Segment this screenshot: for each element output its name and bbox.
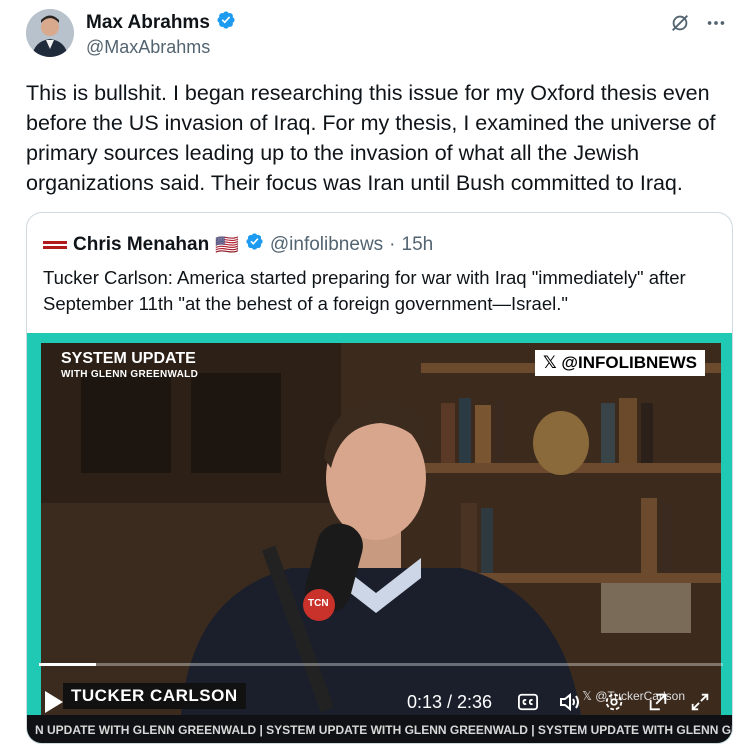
- quoted-tweet[interactable]: Chris Menahan 🇺🇸 @infolibnews · 15h Tuck…: [26, 212, 733, 744]
- video-player[interactable]: TCN SYSTEM UPDATE WITH GLENN GREENWALD 𝕏…: [27, 333, 733, 743]
- ticker-text: N UPDATE WITH GLENN GREENWALD | SYSTEM U…: [35, 723, 733, 737]
- avatar[interactable]: [26, 9, 74, 57]
- mic-label: TCN: [308, 598, 329, 609]
- time-display: 0:13 / 2:36: [407, 692, 493, 712]
- separator: ·: [389, 233, 396, 255]
- fullscreen-icon[interactable]: [687, 689, 713, 715]
- progress-fill: [39, 663, 96, 666]
- quoted-author-handle[interactable]: @infolibnews: [270, 234, 383, 256]
- x-logo-icon: 𝕏: [542, 353, 557, 372]
- watermark-text: @INFOLIBNEWS: [561, 353, 697, 372]
- author-handle[interactable]: @MaxAbrahms: [86, 37, 210, 58]
- tweet-text: This is bullshit. I began researching th…: [26, 81, 716, 195]
- verified-icon: [245, 232, 264, 257]
- quoted-text: Tucker Carlson: America started preparin…: [43, 267, 686, 314]
- show-bug: SYSTEM UPDATE WITH GLENN GREENWALD: [61, 351, 198, 383]
- show-title: SYSTEM UPDATE: [61, 350, 196, 367]
- captions-icon[interactable]: [515, 689, 541, 715]
- ticker-strip: N UPDATE WITH GLENN GREENWALD | SYSTEM U…: [27, 715, 733, 743]
- verified-icon: [216, 10, 236, 35]
- quoted-author-name[interactable]: Chris Menahan: [73, 234, 209, 256]
- grok-icon[interactable]: [669, 12, 691, 34]
- settings-icon[interactable]: [601, 689, 627, 715]
- pip-icon[interactable]: [645, 689, 671, 715]
- progress-bar[interactable]: [39, 663, 723, 666]
- show-subtitle: WITH GLENN GREENWALD: [61, 369, 199, 380]
- quoted-timestamp[interactable]: 15h: [402, 234, 434, 256]
- video-frame[interactable]: TCN SYSTEM UPDATE WITH GLENN GREENWALD 𝕏…: [41, 343, 721, 715]
- watermark: 𝕏 @INFOLIBNEWS: [534, 350, 705, 376]
- more-icon[interactable]: [705, 12, 727, 34]
- infolib-logo-icon: [43, 237, 67, 252]
- play-icon[interactable]: [45, 691, 63, 713]
- author-name[interactable]: Max Abrahms: [86, 12, 210, 34]
- flag-icon: 🇺🇸: [215, 234, 239, 256]
- volume-icon[interactable]: [557, 689, 583, 715]
